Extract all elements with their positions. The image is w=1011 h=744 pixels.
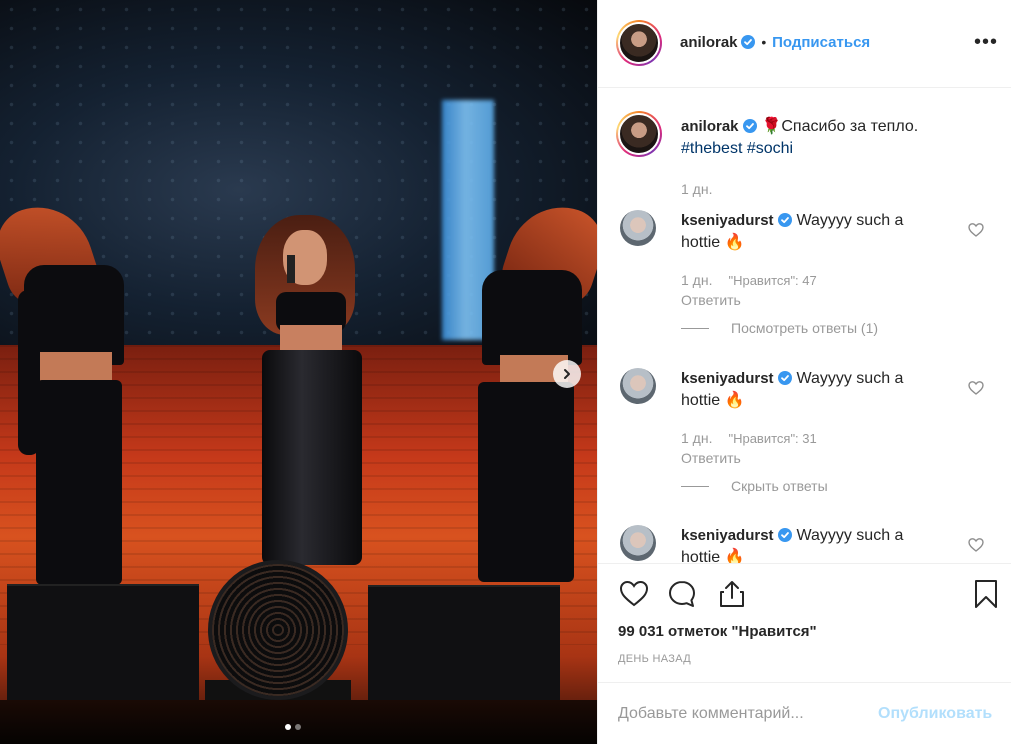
dancer-right-top xyxy=(482,270,582,365)
comment-like-heart-icon[interactable] xyxy=(968,537,984,553)
verified-badge-icon xyxy=(778,528,792,542)
share-icon[interactable] xyxy=(716,578,748,610)
bookmark-icon[interactable] xyxy=(970,578,1002,610)
view-replies-button[interactable]: Посмотреть ответы (1) xyxy=(681,320,878,336)
likes-count[interactable]: 99 031 отметок "Нравится" xyxy=(618,623,817,640)
comment-text-block: kseniyadurst Wayyyy such a hottie 🔥 xyxy=(681,368,941,412)
singer-legs xyxy=(262,350,362,565)
like-heart-icon[interactable] xyxy=(618,578,650,610)
follow-button[interactable]: Подписаться xyxy=(772,34,870,51)
comment-meta: 1 дн. "Нравится": 47 xyxy=(681,272,817,288)
post-details-panel: anilorak • Подписаться ••• anilorak 🌹Спа… xyxy=(597,0,1011,744)
caption-text: 🌹Спасибо за тепло. xyxy=(761,118,919,135)
verified-badge-icon xyxy=(778,371,792,385)
comment-avatar[interactable] xyxy=(620,210,656,246)
comment-like-heart-icon[interactable] xyxy=(968,222,984,238)
carousel-indicator xyxy=(285,724,301,730)
carousel-next-button[interactable] xyxy=(553,360,581,388)
comment-likes[interactable]: "Нравится": 31 xyxy=(728,431,816,446)
hide-replies-label: Скрыть ответы xyxy=(731,478,828,494)
comment-bubble-icon[interactable] xyxy=(666,578,698,610)
verified-badge-icon xyxy=(741,35,756,49)
avatar-image xyxy=(618,22,660,64)
stage-front-edge xyxy=(0,700,597,744)
speaker-right xyxy=(368,585,560,705)
thread-line xyxy=(681,327,709,329)
comment-username[interactable]: kseniyadurst xyxy=(681,527,774,544)
carousel-dot-1 xyxy=(285,724,291,730)
speaker-left xyxy=(7,584,199,704)
comment-avatar[interactable] xyxy=(620,368,656,404)
hide-replies-button[interactable]: Скрыть ответы xyxy=(681,478,828,494)
verified-badge-icon xyxy=(778,213,792,227)
comment-username[interactable]: kseniyadurst xyxy=(681,370,774,387)
comment-composer: Опубликовать xyxy=(598,682,1011,744)
dancer-left-arm xyxy=(18,290,40,455)
comments-scroll-area[interactable]: anilorak 🌹Спасибо за тепло. #thebest #so… xyxy=(598,89,1011,563)
stage-fan xyxy=(208,560,348,700)
dancer-left-waist xyxy=(40,352,112,382)
comment-avatar[interactable] xyxy=(620,525,656,561)
post-comment-button[interactable]: Опубликовать xyxy=(878,705,992,723)
comment-like-heart-icon[interactable] xyxy=(968,380,984,396)
comment-input[interactable] xyxy=(618,701,868,727)
comment-meta: 1 дн. "Нравится": 31 xyxy=(681,430,817,446)
caption-avatar-image xyxy=(618,113,660,155)
post-date[interactable]: ДЕНЬ НАЗАД xyxy=(618,653,691,665)
post-actions xyxy=(598,563,1011,619)
reply-button[interactable]: Ответить xyxy=(681,292,741,308)
header-separator: • xyxy=(761,34,767,50)
chevron-right-icon xyxy=(564,369,570,379)
header-user-row: anilorak • Подписаться xyxy=(680,34,870,51)
comment-time[interactable]: 1 дн. xyxy=(681,272,712,288)
comment-time[interactable]: 1 дн. xyxy=(681,430,712,446)
post-photo[interactable] xyxy=(0,0,597,744)
dancer-right-legs xyxy=(478,382,574,582)
caption-time[interactable]: 1 дн. xyxy=(681,181,712,197)
hashtag-thebest[interactable]: #thebest xyxy=(681,140,742,157)
microphone xyxy=(287,255,295,283)
caption-username[interactable]: anilorak xyxy=(681,118,739,135)
post-caption: anilorak 🌹Спасибо за тепло. #thebest #so… xyxy=(681,116,981,160)
reply-button[interactable]: Ответить xyxy=(681,450,741,466)
caption-avatar[interactable] xyxy=(616,111,662,157)
carousel-dot-2 xyxy=(295,724,301,730)
dancer-left-legs xyxy=(36,380,122,585)
thread-line xyxy=(681,485,709,487)
comment-text-block: kseniyadurst Wayyyy such a hottie 🔥 xyxy=(681,525,941,563)
avatar[interactable] xyxy=(616,20,662,66)
hashtag-sochi[interactable]: #sochi xyxy=(747,140,793,157)
more-options-icon[interactable]: ••• xyxy=(974,32,998,52)
post-header: anilorak • Подписаться ••• xyxy=(598,0,1011,88)
comment-username[interactable]: kseniyadurst xyxy=(681,212,774,229)
verified-badge-icon xyxy=(742,119,757,133)
header-username[interactable]: anilorak xyxy=(680,34,738,51)
view-replies-label: Посмотреть ответы (1) xyxy=(731,320,879,336)
comment-likes[interactable]: "Нравится": 47 xyxy=(728,273,816,288)
comment-text-block: kseniyadurst Wayyyy such a hottie 🔥 xyxy=(681,210,941,254)
